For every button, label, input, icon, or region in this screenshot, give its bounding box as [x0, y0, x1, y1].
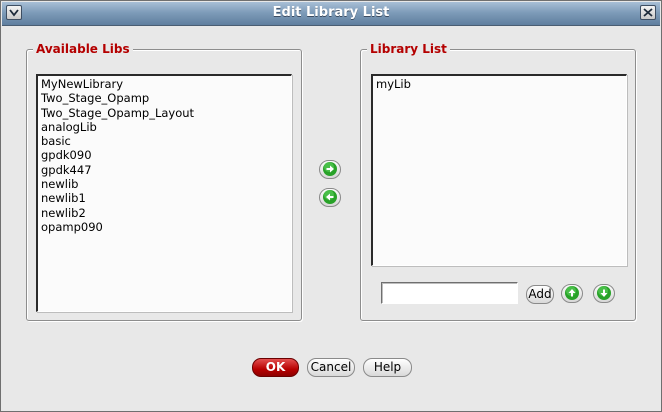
- move-up-button[interactable]: [561, 284, 583, 303]
- list-item[interactable]: analogLib: [41, 120, 291, 134]
- list-item[interactable]: newlib1: [41, 191, 291, 205]
- help-button[interactable]: Help: [363, 358, 412, 377]
- arrow-up-icon: [565, 286, 579, 300]
- move-right-button[interactable]: [319, 160, 341, 179]
- window-title: Edit Library List: [272, 5, 390, 20]
- move-down-button[interactable]: [593, 284, 615, 303]
- list-item[interactable]: newlib: [41, 177, 291, 191]
- arrow-right-icon: [323, 162, 337, 176]
- edit-library-list-dialog: Edit Library List Available Libs MyNewLi…: [0, 0, 662, 412]
- move-left-button[interactable]: [319, 188, 341, 207]
- close-icon: [643, 8, 653, 17]
- list-item[interactable]: newlib2: [41, 206, 291, 220]
- available-libs-label: Available Libs: [33, 42, 133, 56]
- list-item[interactable]: MyNewLibrary: [41, 77, 291, 91]
- list-item[interactable]: Two_Stage_Opamp_Layout: [41, 106, 291, 120]
- list-item[interactable]: Two_Stage_Opamp: [41, 91, 291, 105]
- list-item[interactable]: basic: [41, 134, 291, 148]
- close-button[interactable]: [640, 5, 656, 20]
- arrow-left-icon: [323, 190, 337, 204]
- available-libs-list[interactable]: MyNewLibrary Two_Stage_Opamp Two_Stage_Opa…: [36, 74, 292, 312]
- library-list[interactable]: myLib: [371, 74, 627, 266]
- arrow-down-icon: [597, 286, 611, 300]
- title-bar[interactable]: Edit Library List: [2, 2, 660, 26]
- list-item[interactable]: gpdk090: [41, 148, 291, 162]
- ok-button[interactable]: OK: [252, 358, 299, 377]
- available-libs-group: Available Libs MyNewLibrary Two_Stage_Opa…: [26, 42, 302, 321]
- list-item[interactable]: myLib: [376, 77, 626, 91]
- add-button[interactable]: Add: [526, 285, 554, 304]
- cancel-button[interactable]: Cancel: [307, 358, 355, 377]
- library-list-label: Library List: [367, 42, 450, 56]
- list-item[interactable]: gpdk447: [41, 163, 291, 177]
- list-item[interactable]: opamp090: [41, 220, 291, 234]
- library-list-group: Library List myLib Add: [360, 42, 636, 321]
- library-name-input[interactable]: [381, 282, 518, 304]
